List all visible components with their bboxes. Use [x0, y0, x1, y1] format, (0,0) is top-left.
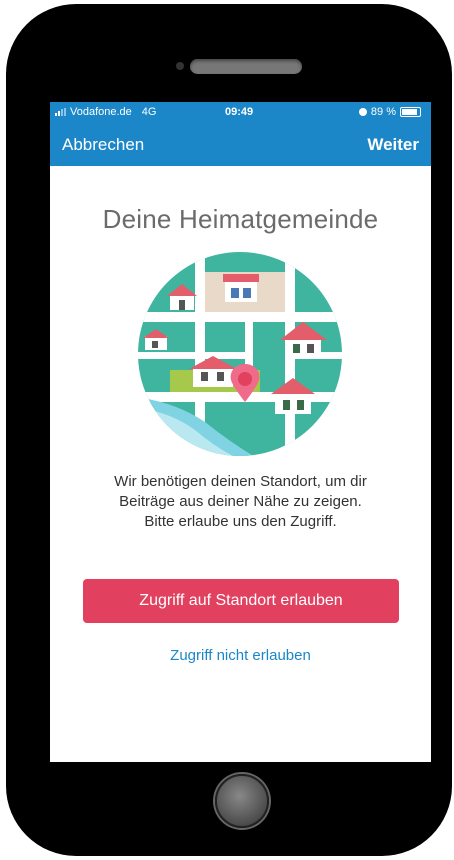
nav-bar: Abbrechen Weiter [50, 122, 431, 166]
cancel-button[interactable]: Abbrechen [62, 135, 144, 155]
battery-percent: 89 % [370, 106, 396, 118]
deny-location-link[interactable]: Zugriff nicht erlauben [50, 647, 431, 664]
status-time: 09:49 [225, 106, 254, 118]
front-camera [176, 62, 184, 70]
carrier-info: Vodafone.de 4G [55, 106, 156, 118]
status-bar: Vodafone.de 4G 09:49 89 % [50, 102, 431, 122]
home-button[interactable] [215, 774, 269, 828]
map-illustration [138, 252, 342, 456]
next-button[interactable]: Weiter [367, 135, 419, 155]
description-line: Beiträge aus deiner Nähe zu zeigen. [119, 493, 362, 510]
page-title: Deine Heimatgemeinde [102, 204, 379, 234]
earpiece-speaker [190, 59, 302, 74]
carrier-name: Vodafone.de [70, 106, 132, 118]
app-screen: Vodafone.de 4G 09:49 89 % Abbrechen Weit… [50, 102, 431, 762]
network-type: 4G [141, 106, 157, 118]
allow-location-button[interactable]: Zugriff auf Standort erlauben [83, 579, 399, 623]
signal-icon [55, 108, 66, 116]
permission-description: Wir benötigen deinen Standort, um dir Be… [70, 472, 411, 532]
description-line: Bitte erlaube uns den Zugriff. [144, 513, 337, 530]
status-right: 89 % [358, 106, 421, 118]
alarm-icon [358, 108, 367, 116]
battery-icon [400, 107, 421, 117]
description-line: Wir benötigen deinen Standort, um dir [114, 473, 367, 490]
